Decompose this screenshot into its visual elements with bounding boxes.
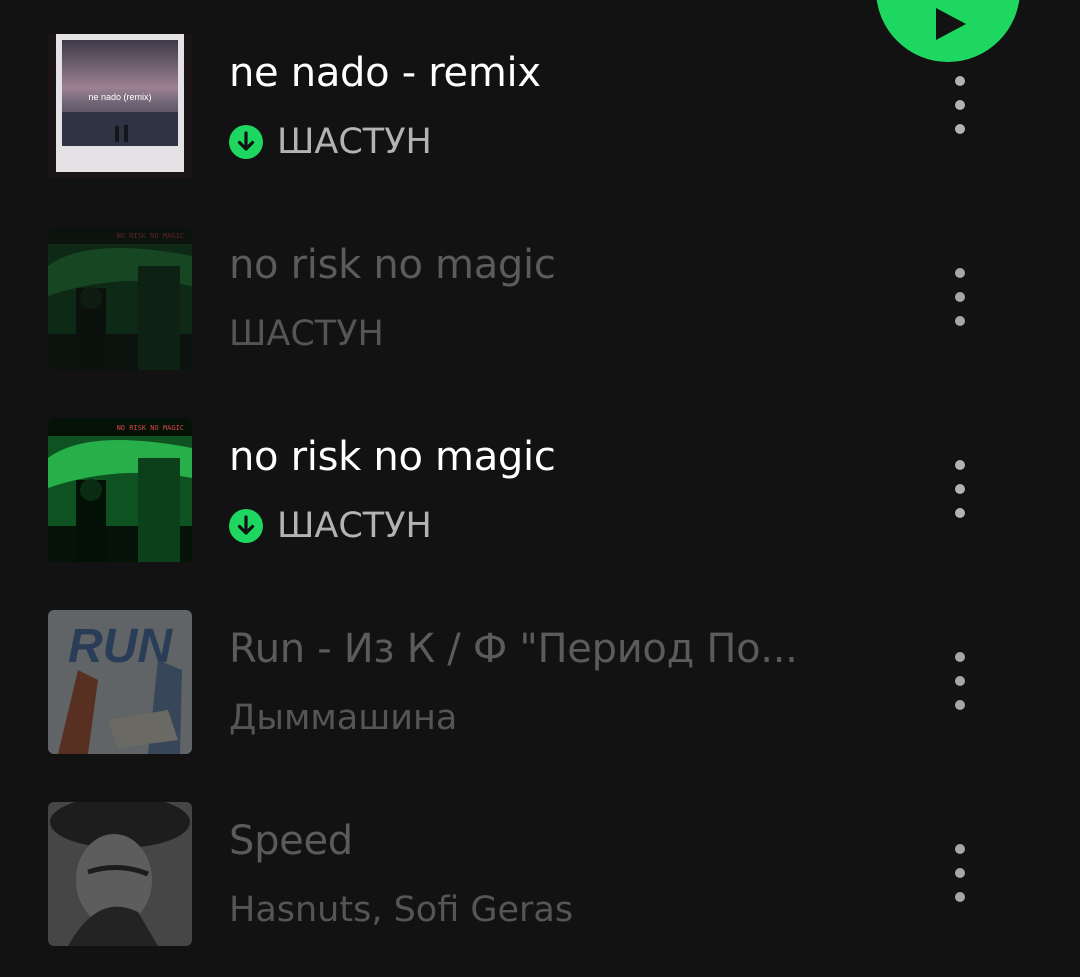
downloaded-icon bbox=[229, 509, 263, 543]
cover-text: RUN bbox=[68, 620, 173, 673]
track-artist: ШАСТУН bbox=[277, 122, 432, 162]
album-cover: NO RISK NO MAGIC bbox=[48, 418, 192, 562]
cover-text: NO RISK NO MAGIC bbox=[117, 424, 184, 432]
track-row[interactable]: NO RISK NO MAGIC no risk no magic ШАСТУН bbox=[0, 226, 1080, 418]
track-title: ne nado - remix bbox=[229, 50, 541, 96]
more-options-button[interactable] bbox=[936, 262, 984, 334]
track-subtitle: ШАСТУН bbox=[229, 506, 432, 546]
track-row[interactable]: NO RISK NO MAGIC no risk no magic ШАСТУН bbox=[0, 418, 1080, 610]
track-subtitle: Дыммашина bbox=[229, 698, 457, 738]
track-artist: ШАСТУН bbox=[277, 506, 432, 546]
more-options-button[interactable] bbox=[936, 646, 984, 718]
downloaded-icon bbox=[229, 125, 263, 159]
track-subtitle: Hasnuts, Sofi Geras bbox=[229, 890, 573, 930]
cover-text: NO RISK NO MAGIC bbox=[117, 232, 184, 240]
album-cover: NO RISK NO MAGIC bbox=[48, 226, 192, 370]
track-subtitle: ШАСТУН bbox=[229, 122, 432, 162]
more-options-button[interactable] bbox=[936, 70, 984, 142]
track-row[interactable]: RUN Run - Из К / Ф "Период По... Дыммаши… bbox=[0, 610, 1080, 802]
album-cover: ne nado (remix) bbox=[48, 34, 192, 178]
track-artist: Hasnuts, Sofi Geras bbox=[229, 890, 574, 930]
track-artist: Дыммашина bbox=[229, 698, 458, 738]
more-options-button[interactable] bbox=[936, 454, 984, 526]
more-options-button[interactable] bbox=[936, 838, 984, 910]
track-list-screen: ne nado (remix) ne nado - remix ШАСТУН N… bbox=[0, 0, 1080, 977]
track-title: Run - Из К / Ф "Период По... bbox=[229, 626, 798, 672]
track-artist: ШАСТУН bbox=[229, 314, 384, 354]
track-title: no risk no magic bbox=[229, 242, 556, 288]
track-subtitle: ШАСТУН bbox=[229, 314, 384, 354]
track-row[interactable]: ne nado (remix) ne nado - remix ШАСТУН bbox=[0, 34, 1080, 226]
cover-text: ne nado (remix) bbox=[88, 92, 151, 102]
track-title: no risk no magic bbox=[229, 434, 556, 480]
track-title: Speed bbox=[229, 818, 353, 864]
album-cover bbox=[48, 802, 192, 946]
album-cover: RUN bbox=[48, 610, 192, 754]
track-row[interactable]: Speed Hasnuts, Sofi Geras bbox=[0, 802, 1080, 977]
